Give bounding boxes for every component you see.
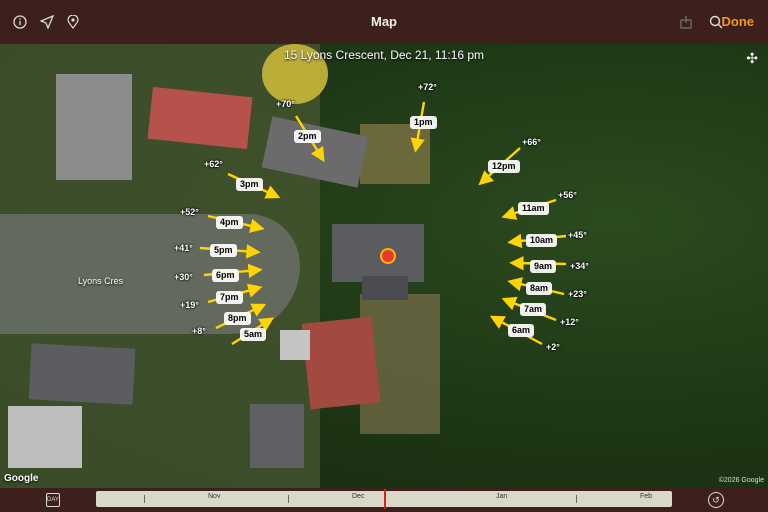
timeline-tick [144, 495, 145, 503]
location-pin-icon[interactable] [380, 248, 396, 264]
time-label-3pm: 3pm [236, 178, 263, 191]
reset-time-icon[interactable]: ↺ [708, 492, 724, 508]
time-label-11am: 11am [518, 202, 549, 215]
deg-label-6pm: +30° [174, 272, 193, 282]
time-label-6am: 6am [508, 324, 535, 337]
month-label-feb: Feb [640, 493, 653, 500]
month-label-nov: Nov [208, 493, 221, 500]
bottom-toolbar: DAY Nov Dec Jan Feb ↺ [0, 488, 768, 512]
deg-label-8pm: +8° [192, 326, 206, 336]
deg-label-9am: +34° [570, 261, 589, 271]
done-button[interactable]: Done [722, 14, 755, 29]
deg-label-7pm: +19° [180, 300, 199, 310]
time-label-5am: 5am [240, 328, 267, 341]
time-label-9am: 9am [530, 260, 557, 273]
time-label-4pm: 4pm [216, 216, 243, 229]
time-label-7am: 7am [520, 303, 547, 316]
sun-arrows [199, 101, 567, 346]
share-icon[interactable] [676, 12, 696, 32]
satellite-map[interactable]: 15 Lyons Crescent, Dec 21, 11:16 pm ✣ Ly… [0, 44, 768, 488]
calendar-icon[interactable]: DAY [46, 493, 60, 507]
top-toolbar: Map Done [0, 0, 768, 44]
deg-label-6am: +2° [546, 342, 560, 352]
deg-label-8am: +23° [568, 289, 587, 299]
time-label-12pm: 12pm [488, 160, 520, 173]
deg-label-1pm: +72° [418, 82, 437, 92]
time-label-10am: 10am [526, 234, 558, 247]
month-label-dec: Dec [352, 493, 365, 500]
month-label-jan: Jan [496, 493, 508, 500]
time-label-6pm: 6pm [212, 269, 239, 282]
page-title: Map [371, 14, 397, 29]
map-copyright: ©2026 Google [718, 477, 764, 484]
deg-label-2pm: +70° [276, 99, 295, 109]
deg-label-11am: +56° [558, 190, 577, 200]
deg-label-3pm: +62° [204, 159, 223, 169]
date-timeline-slider[interactable]: Nov Dec Jan Feb [96, 489, 672, 509]
current-date-marker[interactable] [384, 489, 386, 509]
time-label-5pm: 5pm [210, 244, 237, 257]
deg-label-4pm: +52° [180, 207, 199, 217]
time-label-7pm: 7pm [216, 291, 243, 304]
time-label-8am: 8am [526, 282, 553, 295]
timeline-tick [288, 495, 289, 503]
deg-label-12pm: +66° [522, 137, 541, 147]
google-logo: Google [4, 473, 39, 484]
deg-label-10am: +45° [568, 230, 587, 240]
deg-label-7am: +12° [560, 317, 579, 327]
time-label-2pm: 2pm [294, 130, 321, 143]
time-label-1pm: 1pm [410, 116, 437, 129]
time-label-8pm: 8pm [224, 312, 251, 325]
deg-label-5pm: +41° [174, 243, 193, 253]
timeline-tick [576, 495, 577, 503]
